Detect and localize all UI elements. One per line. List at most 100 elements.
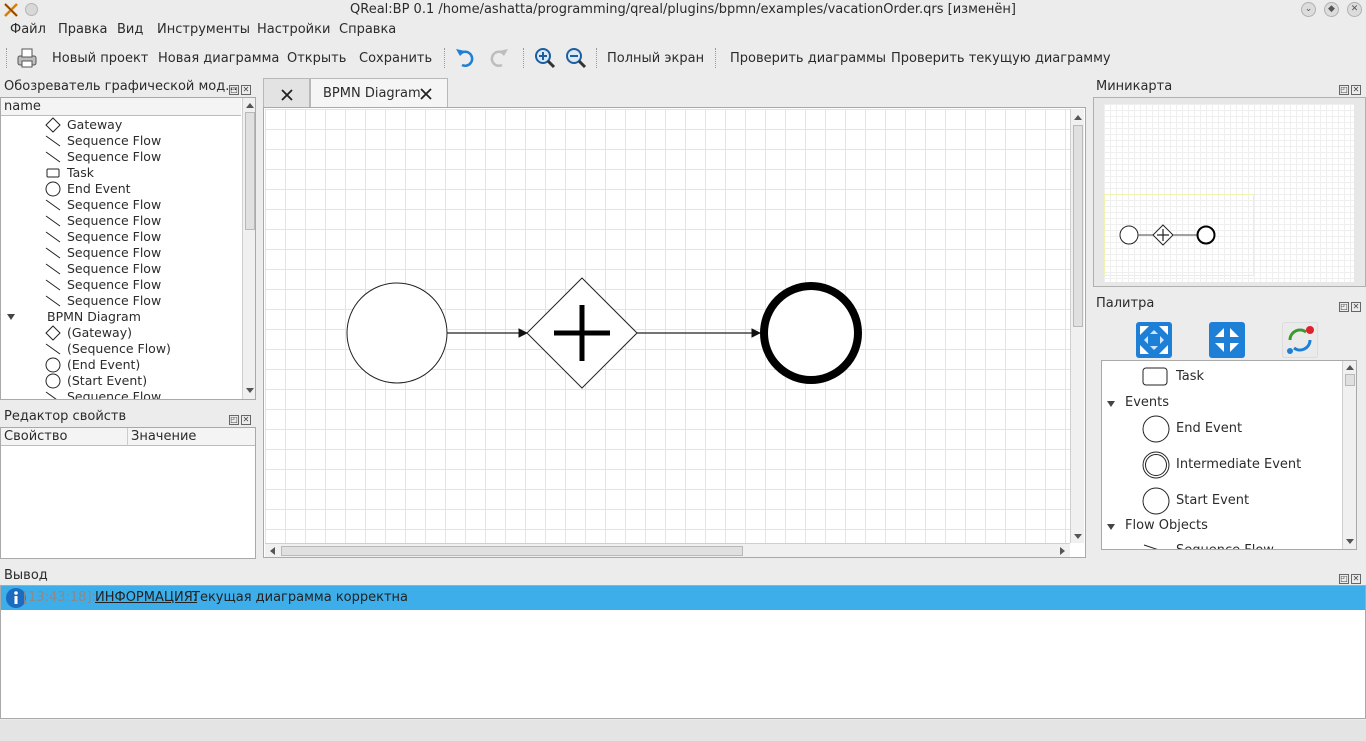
close-icon[interactable]: ✕ <box>1351 574 1361 584</box>
scroll-up-icon[interactable] <box>1074 115 1082 120</box>
menu-settings[interactable]: Настройки <box>257 22 330 37</box>
scroll-thumb[interactable] <box>1073 125 1083 327</box>
undo-icon[interactable] <box>454 46 478 70</box>
property-editor[interactable]: Свойство Значение <box>0 427 256 559</box>
close-icon[interactable]: ✕ <box>1351 85 1361 95</box>
fullscreen-button[interactable]: Полный экран <box>607 51 704 66</box>
new-diagram-button[interactable]: Новая диаграмма <box>158 51 279 66</box>
scroll-down-icon[interactable] <box>246 388 254 393</box>
column-header-value[interactable]: Значение <box>128 428 255 446</box>
canvas-horizontal-scrollbar[interactable] <box>265 543 1070 557</box>
palette-item-intermediate-event[interactable]: Intermediate Event <box>1176 455 1301 475</box>
scroll-down-icon[interactable] <box>1346 539 1354 544</box>
palette-item-start-event[interactable]: Start Event <box>1176 491 1249 511</box>
scroll-thumb[interactable] <box>245 112 255 230</box>
open-button[interactable]: Открыть <box>287 51 346 66</box>
close-tab-icon[interactable] <box>280 88 294 102</box>
collapse-all-icon[interactable] <box>1209 322 1245 358</box>
scroll-up-icon[interactable] <box>1346 365 1354 370</box>
float-icon[interactable]: ◰ <box>1339 574 1349 584</box>
tree-item[interactable]: Sequence Flow <box>67 197 161 213</box>
minimap-canvas[interactable] <box>1104 104 1354 282</box>
end-event-node[interactable] <box>760 282 862 384</box>
close-icon[interactable]: ✕ <box>1351 302 1361 312</box>
float-icon[interactable]: ◰ <box>229 85 239 95</box>
print-icon[interactable] <box>15 46 39 70</box>
menu-tools[interactable]: Инструменты <box>157 22 250 37</box>
expand-arrow-icon[interactable] <box>1107 401 1115 407</box>
float-icon[interactable]: ◰ <box>1339 302 1349 312</box>
tab-bpmn-diagram[interactable]: BPMN Diagram <box>310 78 448 108</box>
palette-group-events[interactable]: Events <box>1125 393 1169 413</box>
palette-group-flow-objects[interactable]: Flow Objects <box>1125 516 1208 536</box>
close-icon[interactable]: ✕ <box>241 85 251 95</box>
diagram-canvas[interactable] <box>265 109 1071 544</box>
close-window-icon[interactable]: ✕ <box>1347 2 1362 17</box>
column-header-property[interactable]: Свойство <box>1 428 128 446</box>
tree-item[interactable]: Gateway <box>67 117 122 133</box>
redo-icon[interactable] <box>486 46 510 70</box>
palette-list[interactable]: Task Events End Event Intermediate Event… <box>1101 360 1357 550</box>
scroll-right-icon[interactable] <box>1060 547 1065 555</box>
message-level[interactable]: ИНФОРМАЦИЯ: <box>95 590 197 605</box>
tree-item[interactable]: Sequence Flow <box>67 277 161 293</box>
scroll-left-icon[interactable] <box>270 547 275 555</box>
close-icon[interactable]: ✕ <box>241 415 251 425</box>
tree-group-bpmn-diagram[interactable]: BPMN Diagram <box>47 309 141 325</box>
tree-item[interactable]: (Sequence Flow) <box>67 341 171 357</box>
tree-item[interactable]: End Event <box>67 181 131 197</box>
zoom-in-icon[interactable] <box>533 46 557 70</box>
tree-item[interactable]: Sequence Flow <box>67 261 161 277</box>
tree-item[interactable]: (End Event) <box>67 357 140 373</box>
save-button[interactable]: Сохранить <box>359 51 432 66</box>
maximize-icon[interactable]: ◆ <box>1324 2 1339 17</box>
column-header-name[interactable]: name <box>1 98 241 116</box>
scroll-thumb[interactable] <box>1345 374 1355 386</box>
expand-arrow-icon[interactable] <box>7 314 15 320</box>
tree-item[interactable]: Sequence Flow <box>67 245 161 261</box>
menu-help[interactable]: Справка <box>339 22 396 37</box>
model-explorer-tree[interactable]: name Gateway Sequence Flow Sequence Flow Ta… <box>0 97 256 400</box>
tree-item[interactable]: Sequence Flow <box>67 389 161 399</box>
tree-item[interactable]: Sequence Flow <box>67 213 161 229</box>
check-diagrams-button[interactable]: Проверить диаграммы <box>730 51 886 66</box>
palette-item-sequence-flow[interactable]: Sequence Flow <box>1176 541 1274 549</box>
scroll-down-icon[interactable] <box>1074 534 1082 539</box>
tree-item[interactable]: Sequence Flow <box>67 133 161 149</box>
start-event-node[interactable] <box>346 282 448 384</box>
scroll-up-icon[interactable] <box>246 103 254 108</box>
sequence-flow-icon <box>45 389 61 399</box>
canvas-vertical-scrollbar[interactable] <box>1070 109 1084 543</box>
tree-item[interactable]: (Start Event) <box>67 373 147 389</box>
float-icon[interactable]: ◰ <box>1339 85 1349 95</box>
close-tab-icon[interactable] <box>419 87 433 101</box>
tree-item[interactable]: Task <box>67 165 94 181</box>
scroll-thumb[interactable] <box>281 546 743 556</box>
output-panel[interactable]: [13:43:18]: ИНФОРМАЦИЯ: Текущая диаграмм… <box>0 585 1366 719</box>
tree-item[interactable]: Sequence Flow <box>67 293 161 309</box>
tab-untitled[interactable] <box>263 78 310 108</box>
new-project-button[interactable]: Новый проект <box>52 51 148 66</box>
tree-item[interactable]: (Gateway) <box>67 325 132 341</box>
tree-scrollbar[interactable] <box>242 98 255 399</box>
palette-scrollbar[interactable] <box>1342 361 1356 549</box>
expand-arrow-icon[interactable] <box>1107 524 1115 530</box>
minimap-title: Миникарта <box>1096 79 1173 94</box>
minimap-view[interactable] <box>1093 97 1366 287</box>
float-icon[interactable]: ◰ <box>229 415 239 425</box>
tree-item[interactable]: Sequence Flow <box>67 229 161 245</box>
check-current-diagram-button[interactable]: Проверить текущую диаграмму <box>891 51 1111 66</box>
menu-view[interactable]: Вид <box>117 22 143 37</box>
sequence-flow-icon <box>45 213 61 229</box>
diagram-view[interactable] <box>263 107 1086 558</box>
zoom-out-icon[interactable] <box>564 46 588 70</box>
menu-edit[interactable]: Правка <box>58 22 107 37</box>
palette-item-end-event[interactable]: End Event <box>1176 419 1242 439</box>
expand-all-icon[interactable] <box>1136 322 1172 358</box>
tree-item[interactable]: Sequence Flow <box>67 149 161 165</box>
minimize-icon[interactable]: ⌄ <box>1301 2 1316 17</box>
change-palette-icon[interactable] <box>1282 322 1318 358</box>
output-message-row[interactable]: [13:43:18]: ИНФОРМАЦИЯ: Текущая диаграмм… <box>1 586 1365 610</box>
palette-item-task[interactable]: Task <box>1176 367 1204 387</box>
menu-file[interactable]: Файл <box>10 22 46 37</box>
